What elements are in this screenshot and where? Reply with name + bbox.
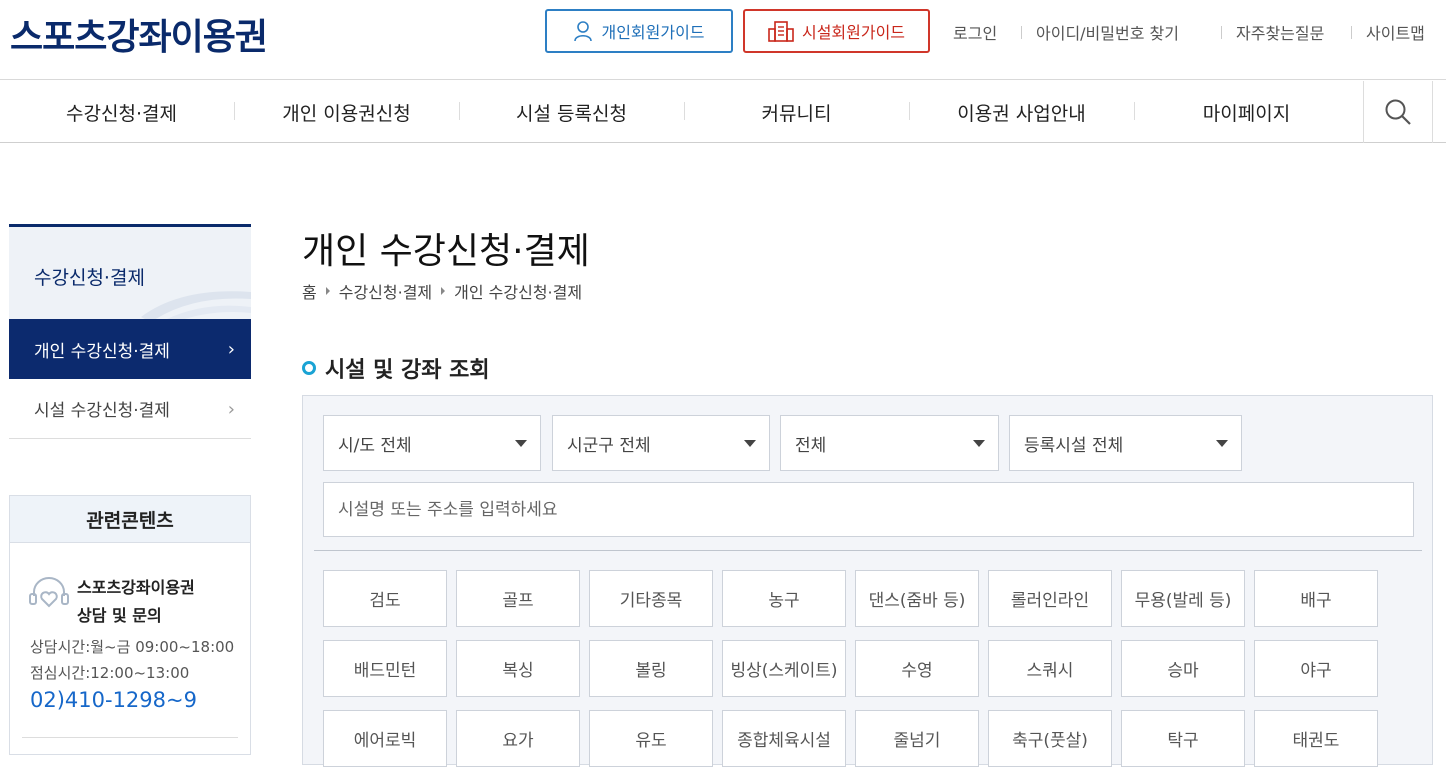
sport-button-squash[interactable]: 스쿼시	[988, 640, 1112, 697]
facility-member-guide-button[interactable]: 시설회원가이드	[743, 9, 930, 53]
util-divider	[1221, 26, 1222, 39]
sitemap-link[interactable]: 사이트맵	[1366, 20, 1425, 44]
sport-button-horse-riding[interactable]: 승마	[1121, 640, 1245, 697]
top-header: 스포츠강좌이용권 개인회원가이드 시설회원가이드 로그인 아이디/비밀번호 찾기…	[0, 0, 1446, 80]
facility-search-panel: 시/도 전체 시군구 전체 전체 등록시설 전체 검도 골프 기타종목 농구 댄…	[302, 395, 1433, 767]
category-select[interactable]: 전체	[780, 415, 999, 471]
main-navigation: 수강신청·결제 개인 이용권신청 시설 등록신청 커뮤니티 이용권 사업안내 마…	[0, 81, 1446, 143]
sport-button-kendo[interactable]: 검도	[323, 570, 447, 627]
province-select[interactable]: 시/도 전체	[323, 415, 541, 471]
sport-button-volleyball[interactable]: 배구	[1254, 570, 1378, 627]
caret-down-icon	[1216, 440, 1228, 447]
panel-divider	[314, 550, 1422, 551]
breadcrumb-arrow-icon	[325, 287, 330, 295]
side-nav-item-personal-course-payment[interactable]: 개인 수강신청·결제 ›	[9, 319, 251, 379]
gnb-search-button[interactable]	[1363, 81, 1433, 143]
consulting-hours: 상담시간:월~금 09:00~18:00	[30, 638, 235, 656]
side-nav-title: 수강신청·결제	[34, 267, 145, 289]
sport-button-golf[interactable]: 골프	[456, 570, 580, 627]
gnb-item-facility-registration[interactable]: 시설 등록신청	[459, 81, 684, 143]
sport-button-boxing[interactable]: 복싱	[456, 640, 580, 697]
login-link[interactable]: 로그인	[953, 20, 997, 44]
breadcrumb-home[interactable]: 홈	[302, 279, 317, 303]
personal-member-guide-label: 개인회원가이드	[601, 23, 705, 42]
chevron-right-icon: ›	[227, 338, 235, 360]
sport-button-aerobics[interactable]: 에어로빅	[323, 710, 447, 767]
related-contents-box: 관련콘텐츠 스포츠강좌이용권 상담 및 문의 상담시간:월~금 09:00~18…	[9, 495, 251, 755]
registered-facility-select[interactable]: 등록시설 전체	[1009, 415, 1242, 471]
building-icon	[768, 21, 794, 42]
person-icon	[574, 21, 593, 42]
section-title-text: 시설 및 강좌 조회	[325, 358, 490, 383]
gnb-item-personal-voucher[interactable]: 개인 이용권신청	[234, 81, 459, 143]
sport-button-basketball[interactable]: 농구	[722, 570, 846, 627]
sport-button-yoga[interactable]: 요가	[456, 710, 580, 767]
lunch-hours: 점심시간:12:00~13:00	[30, 664, 190, 682]
sport-button-complex-facility[interactable]: 종합체육시설	[722, 710, 846, 767]
sport-button-soccer-futsal[interactable]: 축구(풋살)	[988, 710, 1112, 767]
sport-button-bowling[interactable]: 볼링	[589, 640, 713, 697]
sport-button-swimming[interactable]: 수영	[855, 640, 979, 697]
sport-button-other[interactable]: 기타종목	[589, 570, 713, 627]
sport-button-taekwondo[interactable]: 태권도	[1254, 710, 1378, 767]
consulting-name-line1: 스포츠강좌이용권	[77, 578, 195, 597]
page-title: 개인 수강신청·결제	[302, 231, 590, 272]
side-nav-item-label: 개인 수강신청·결제	[34, 341, 170, 362]
facility-search-input[interactable]	[323, 482, 1414, 537]
related-contents-title: 관련콘텐츠	[10, 496, 250, 543]
sport-button-badminton[interactable]: 배드민턴	[323, 640, 447, 697]
util-divider	[1021, 26, 1022, 39]
find-id-password-link[interactable]: 아이디/비밀번호 찾기	[1036, 20, 1179, 44]
breadcrumb-course-payment[interactable]: 수강신청·결제	[339, 279, 432, 303]
breadcrumb-current: 개인 수강신청·결제	[454, 283, 583, 302]
sport-button-judo[interactable]: 유도	[589, 710, 713, 767]
category-select-value: 전체	[795, 435, 827, 456]
registered-facility-select-value: 등록시설 전체	[1024, 435, 1124, 456]
facility-member-guide-label: 시설회원가이드	[801, 23, 906, 42]
caret-down-icon	[515, 440, 527, 447]
chevron-right-icon: ›	[227, 398, 235, 420]
sport-button-baseball[interactable]: 야구	[1254, 640, 1378, 697]
gnb-item-business-info[interactable]: 이용권 사업안내	[909, 81, 1134, 143]
sport-button-ice-skating[interactable]: 빙상(스케이트)	[722, 640, 846, 697]
sport-button-dance[interactable]: 댄스(줌바 등)	[855, 570, 979, 627]
decorative-swoosh-icon	[141, 291, 251, 319]
bullet-circle-icon	[302, 361, 316, 375]
caret-down-icon	[973, 440, 985, 447]
util-divider	[1351, 26, 1352, 39]
sport-button-roller-inline[interactable]: 롤러인라인	[988, 570, 1112, 627]
gnb-item-course-payment[interactable]: 수강신청·결제	[9, 81, 234, 143]
breadcrumb-arrow-icon	[441, 287, 446, 295]
sport-button-table-tennis[interactable]: 탁구	[1121, 710, 1245, 767]
breadcrumb: 홈 수강신청·결제 개인 수강신청·결제	[302, 279, 582, 303]
faq-link[interactable]: 자주찾는질문	[1236, 20, 1324, 44]
gnb-item-community[interactable]: 커뮤니티	[684, 81, 909, 143]
consulting-name-line2: 상담 및 문의	[77, 606, 162, 625]
district-select[interactable]: 시군구 전체	[552, 415, 770, 471]
site-logo[interactable]: 스포츠강좌이용권	[10, 8, 268, 60]
side-nav-header: 수강신청·결제	[9, 224, 251, 319]
caret-down-icon	[744, 440, 756, 447]
personal-member-guide-button[interactable]: 개인회원가이드	[545, 9, 733, 53]
side-nav-item-label: 시설 수강신청·결제	[34, 401, 170, 421]
section-title: 시설 및 강좌 조회	[302, 352, 490, 384]
gnb-item-mypage[interactable]: 마이페이지	[1134, 81, 1359, 143]
sport-button-ballet[interactable]: 무용(발레 등)	[1121, 570, 1245, 627]
province-select-value: 시/도 전체	[338, 435, 412, 456]
headset-heart-icon	[29, 577, 69, 608]
related-divider	[22, 737, 238, 738]
district-select-value: 시군구 전체	[567, 435, 651, 456]
search-icon	[1385, 99, 1411, 125]
side-nav-item-facility-course-payment[interactable]: 시설 수강신청·결제 ›	[9, 379, 251, 439]
sport-button-jump-rope[interactable]: 줄넘기	[855, 710, 979, 767]
consulting-phone-number[interactable]: 02)410-1298~9	[30, 688, 197, 712]
